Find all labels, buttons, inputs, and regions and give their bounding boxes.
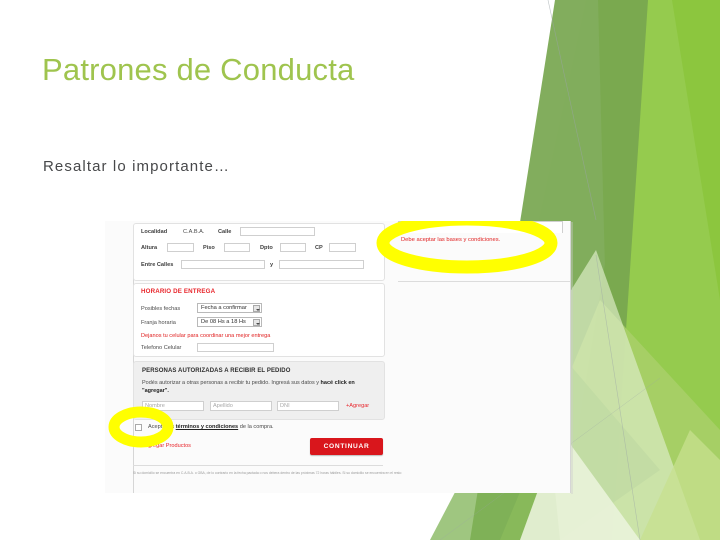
agregar-productos-link[interactable]: < < Agregar Productos (135, 443, 191, 449)
apellido-input[interactable]: Apellido (210, 401, 272, 411)
cp-input[interactable] (329, 243, 356, 252)
altura-label: Altura (141, 245, 158, 251)
dpto-input[interactable] (280, 243, 306, 252)
page-title: Patrones de Conducta (42, 52, 355, 87)
agregar-persona-link[interactable]: +Agregar (346, 403, 369, 409)
authorized-description: Podés autorizar a otras personas a recib… (142, 380, 376, 395)
posibles-fechas-label: Posibles fechas (141, 306, 181, 312)
calle-label: Calle (218, 229, 232, 235)
accept-terms-checkbox[interactable] (135, 424, 142, 431)
calle-input[interactable] (240, 227, 315, 236)
cp-label: CP (315, 245, 323, 251)
telefono-celular-input[interactable] (197, 343, 274, 352)
personas-autorizadas-heading: PERSONAS AUTORIZADAS A RECIBIR EL PEDIDO (142, 368, 291, 374)
page-right-rule (570, 221, 571, 493)
horario-entrega-heading: HORARIO DE ENTREGA (141, 288, 216, 295)
altura-input[interactable] (167, 243, 194, 252)
nombre-input[interactable]: Nombre (142, 401, 204, 411)
accept-terms-prefix: Acepto los (148, 424, 176, 430)
piso-input[interactable] (224, 243, 250, 252)
posibles-fechas-value: Fecha a confirmar (201, 305, 247, 311)
authorized-description-text: Podés autorizar a otras personas a recib… (142, 380, 321, 386)
posibles-fechas-select[interactable]: Fecha a confirmar (197, 303, 262, 313)
dni-input[interactable]: DNI (277, 401, 339, 411)
entre-calles-label: Entre Calles (141, 262, 174, 268)
footer-divider (133, 465, 383, 466)
entre-calles-join-label: y (270, 262, 274, 268)
localidad-value: C.A.B.A. (183, 229, 205, 235)
entre-calles-input-2[interactable] (279, 260, 364, 269)
fineprint-disclaimer: Si su domicilio se encuentra en C.A.B.A.… (133, 471, 402, 475)
chevron-down-icon[interactable] (253, 319, 260, 326)
telefono-celular-label: Telefono Celular (141, 345, 182, 351)
accept-terms-suffix: de la compra. (238, 424, 274, 430)
presentation-slide: Patrones de Conducta Resaltar lo importa… (0, 0, 720, 540)
embedded-checkout-screenshot: Localidad C.A.B.A. Calle Altura Piso Dpt… (105, 221, 571, 493)
validation-panel-divider (398, 281, 570, 282)
entre-calles-input-1[interactable] (181, 260, 265, 269)
accept-terms-label: Acepto los términos y condiciones de la … (148, 424, 274, 430)
validation-panel-input[interactable] (398, 221, 563, 233)
terms-and-conditions-link[interactable]: términos y condiciones (176, 424, 238, 430)
franja-horaria-select[interactable]: De 08 Hs a 18 Hs (197, 317, 262, 327)
slide-body-text: Resaltar lo importante… (43, 158, 231, 175)
chevron-down-icon[interactable] (253, 305, 260, 312)
validation-message: Debe aceptar las bases y condiciones. (401, 237, 501, 243)
franja-horaria-label: Franja horaria (141, 320, 176, 326)
continuar-button[interactable]: CONTINUAR (310, 438, 383, 455)
dpto-label: Dpto (260, 245, 273, 251)
localidad-label: Localidad (141, 229, 168, 235)
celular-note: Dejanos tu celular para coordinar una me… (141, 333, 271, 339)
piso-label: Piso (203, 245, 215, 251)
franja-horaria-value: De 08 Hs a 18 Hs (201, 319, 246, 325)
